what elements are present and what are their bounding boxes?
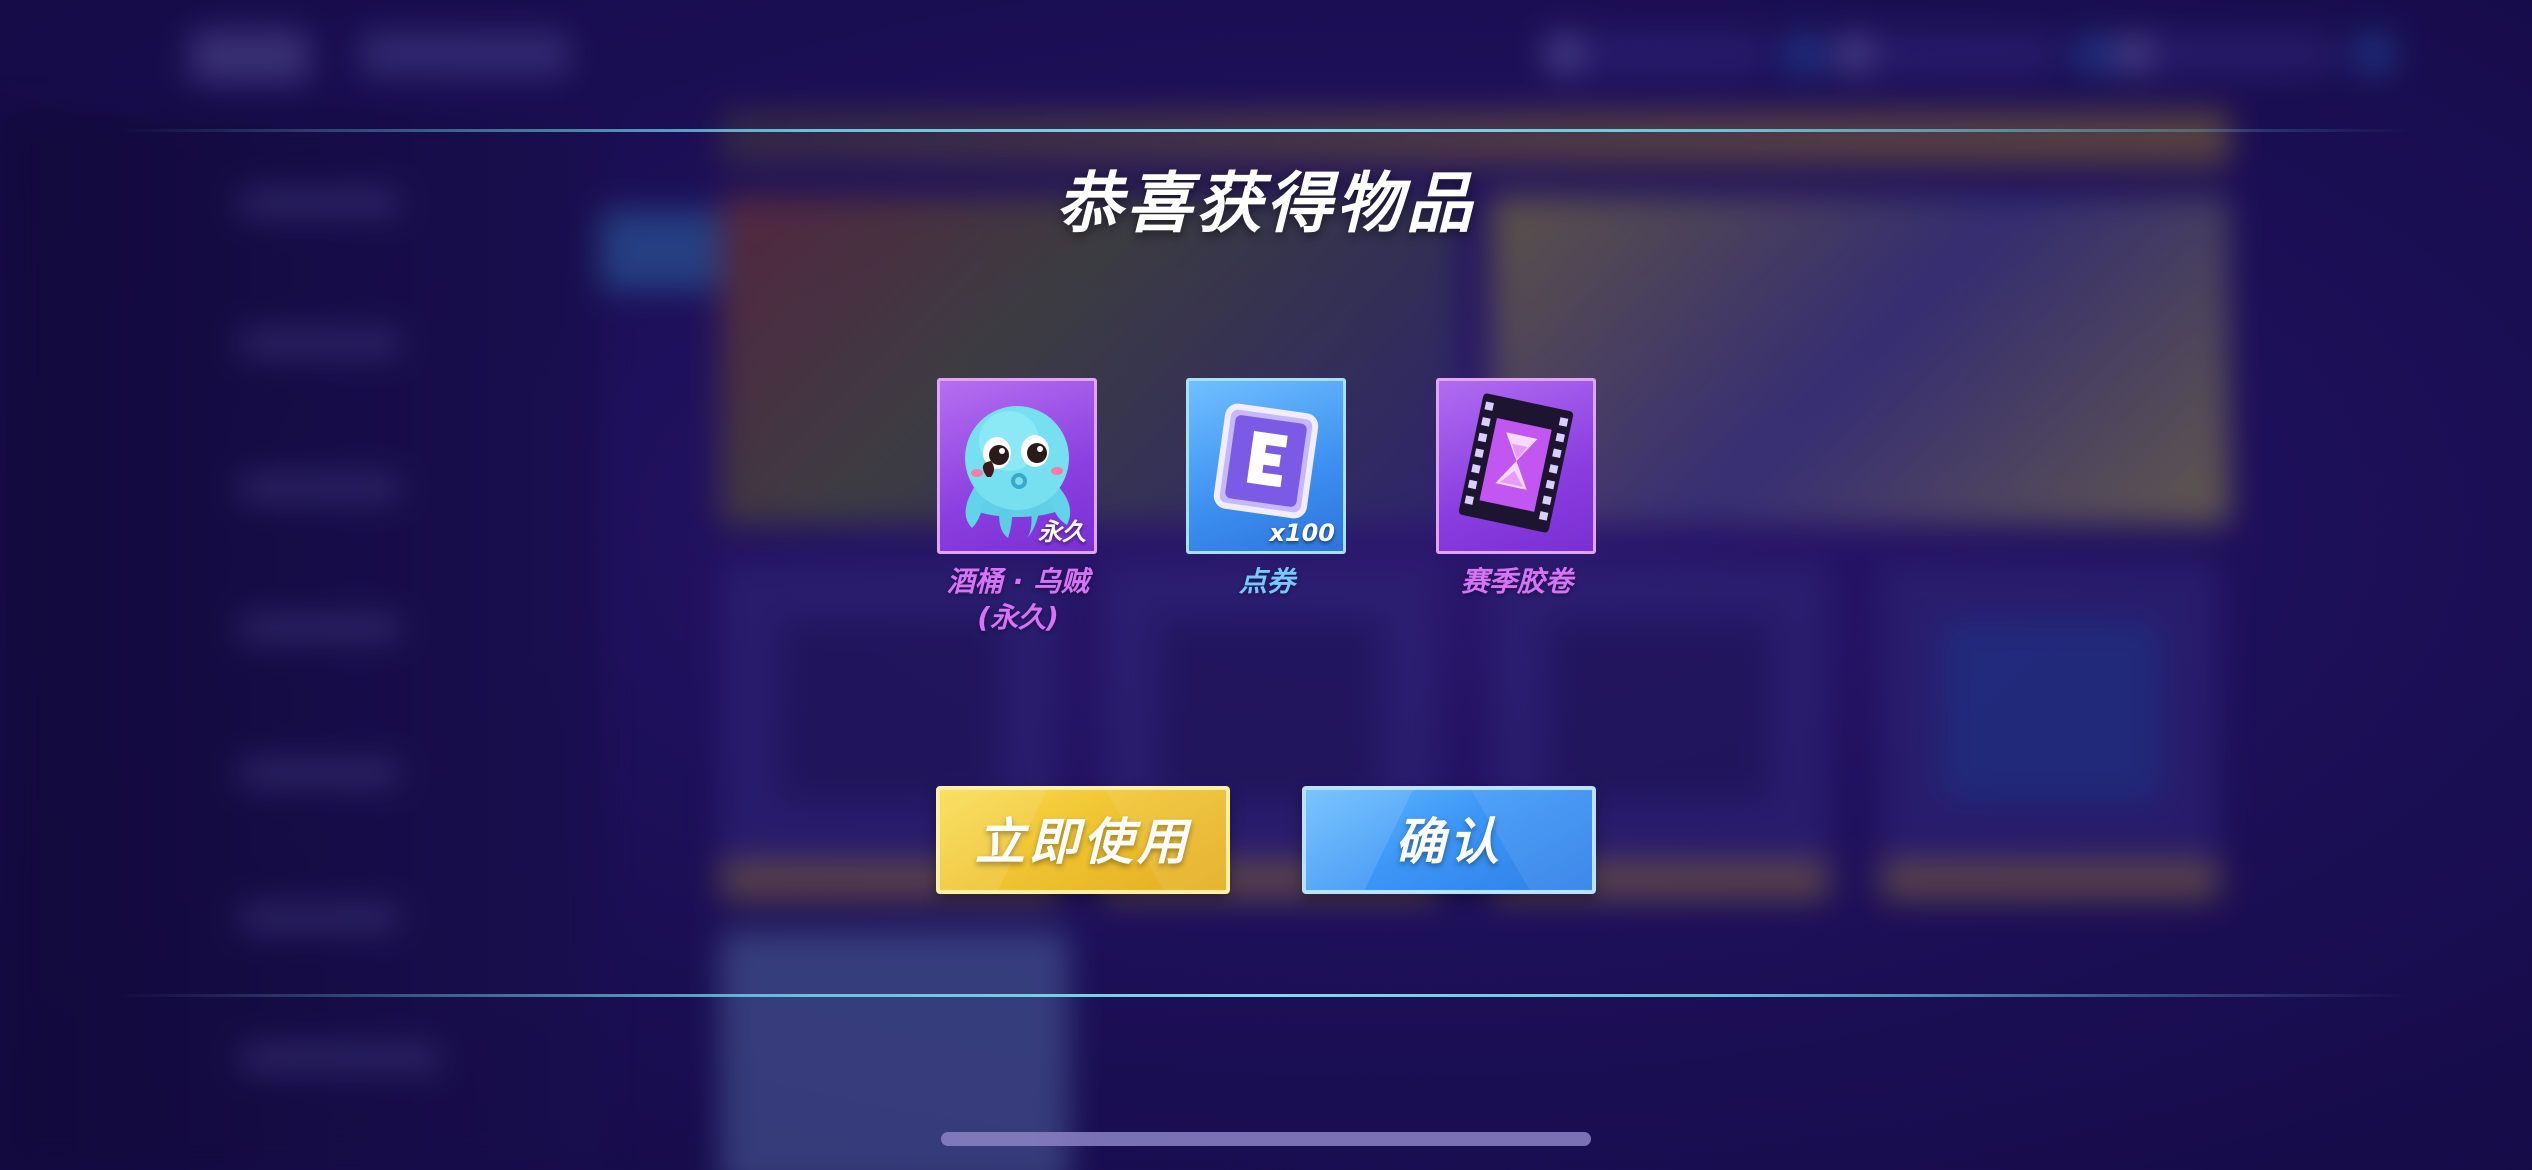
use-now-label: 立即使用 — [975, 813, 1191, 871]
use-now-button[interactable]: 立即使用 — [936, 786, 1230, 894]
reward-name: 酒桶 · 乌贼 (永久) — [937, 564, 1099, 636]
reward-frame: x100 — [1186, 378, 1346, 554]
reward-name-line1: 酒桶 · 乌贼 — [946, 565, 1090, 598]
home-indicator[interactable] — [941, 1132, 1591, 1146]
popup-title: 恭喜获得物品 — [1056, 165, 1476, 242]
reward-item-octopus[interactable]: 永久 酒桶 · 乌贼 (永久) — [937, 378, 1099, 636]
reward-name-line1: 赛季胶卷 — [1460, 565, 1573, 598]
popup-bottom-divider — [120, 994, 2410, 997]
confirm-label: 确认 — [1395, 813, 1503, 871]
reward-name-line1: 点券 — [1238, 565, 1295, 598]
reward-frame: 永久 — [937, 378, 1097, 554]
reward-item-season-film[interactable]: 赛季胶卷 — [1436, 378, 1598, 600]
reward-badge: x100 — [1269, 519, 1335, 547]
reward-name: 赛季胶卷 — [1436, 564, 1598, 600]
reward-frame — [1436, 378, 1596, 554]
reward-name: 点券 — [1186, 564, 1348, 600]
confirm-button[interactable]: 确认 — [1302, 786, 1596, 894]
reward-name-line2: (永久) — [977, 601, 1059, 634]
popup-top-divider — [120, 129, 2410, 132]
reward-badge: 永久 — [1038, 518, 1086, 546]
season-film-icon — [1458, 393, 1574, 533]
reward-item-coupon[interactable]: x100 点券 — [1186, 378, 1348, 600]
